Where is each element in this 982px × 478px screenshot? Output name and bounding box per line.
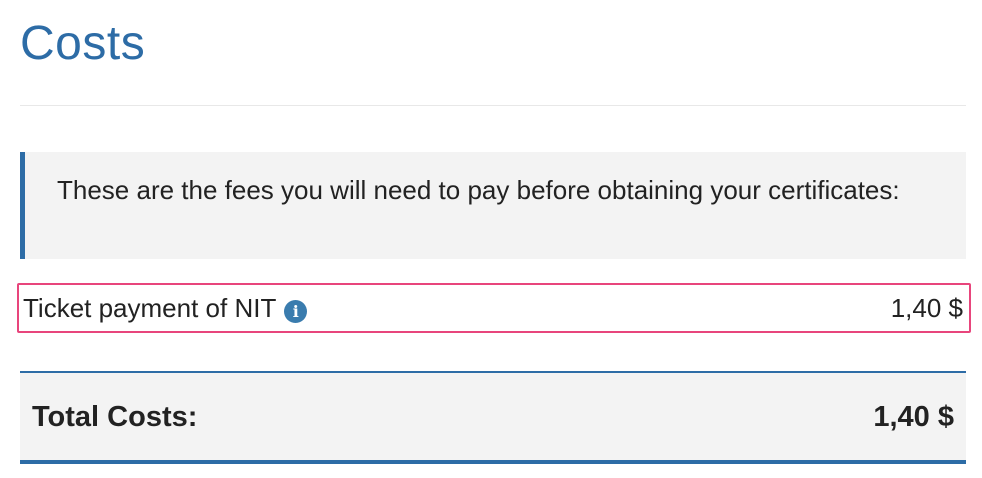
info-icon[interactable]: i <box>284 300 308 323</box>
total-costs-label: Total Costs: <box>32 401 198 433</box>
fees-notice: These are the fees you will need to pay … <box>20 152 966 259</box>
fee-label-wrapper: Ticket payment of NIT i <box>23 292 308 324</box>
title-divider <box>20 105 966 106</box>
total-costs-row: Total Costs: 1,40 $ <box>20 371 966 464</box>
fees-notice-text: These are the fees you will need to pay … <box>57 175 900 205</box>
total-costs-amount: 1,40 $ <box>873 401 954 433</box>
fee-label: Ticket payment of NIT <box>23 293 277 323</box>
page-title: Costs <box>20 17 146 70</box>
fee-row: Ticket payment of NIT i 1,40 $ <box>17 283 971 333</box>
fee-amount: 1,40 $ <box>890 293 963 323</box>
